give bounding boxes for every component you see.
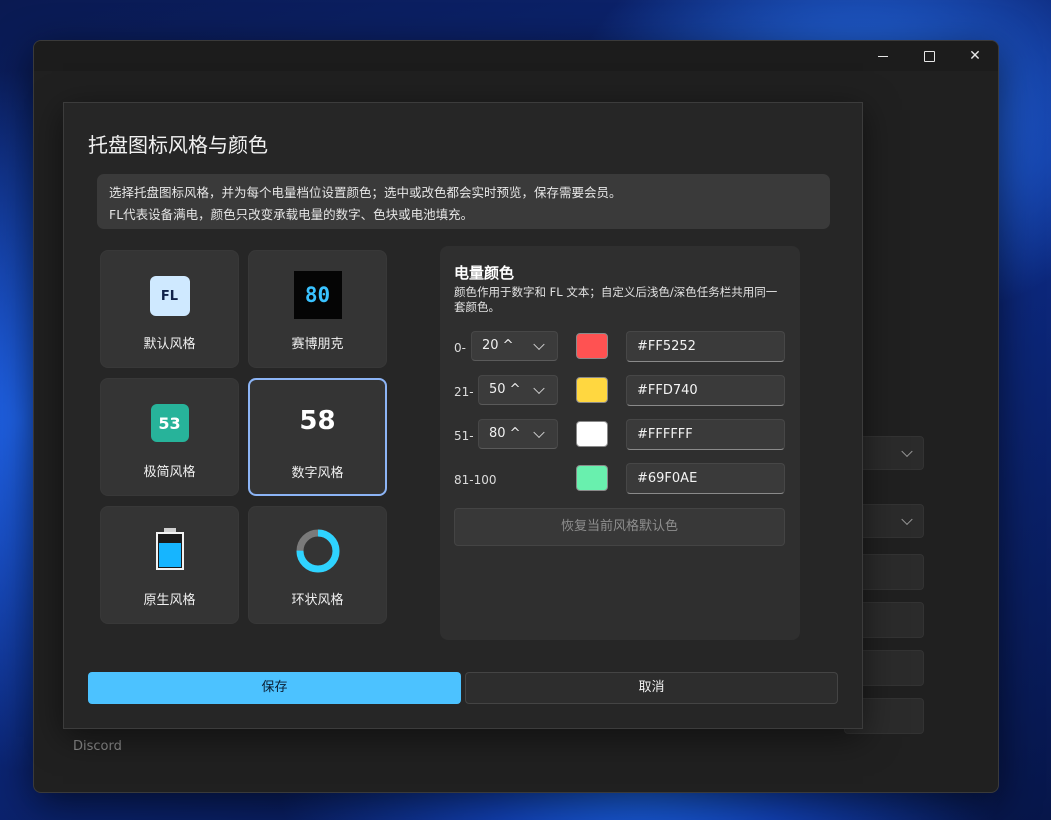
discord-label: Discord bbox=[73, 739, 122, 754]
style-tile-minimal[interactable]: 53 极简风格 bbox=[100, 378, 239, 496]
style-tile-digital[interactable]: 58 数字风格 bbox=[248, 378, 387, 496]
chevron-down-icon bbox=[533, 426, 545, 439]
select-value: 80 bbox=[489, 426, 506, 441]
chevron-down-icon bbox=[533, 338, 545, 351]
caret-up-icon: ^ bbox=[505, 426, 521, 441]
color-swatch[interactable] bbox=[576, 377, 608, 403]
color-swatch[interactable] bbox=[576, 465, 608, 491]
panel-title: 电量颜色 bbox=[454, 264, 515, 282]
style-tile-native[interactable]: 原生风格 bbox=[100, 506, 239, 624]
tray-style-dialog: 托盘图标风格与颜色 选择托盘图标风格，并为每个电量档位设置颜色；选中或改色都会实… bbox=[63, 102, 863, 729]
panel-description: 颜色作用于数字和 FL 文本；自定义后浅色/深色任务栏共用同一套颜色。 bbox=[454, 285, 778, 314]
cyber-digit-icon: 80 bbox=[293, 271, 342, 319]
battery-color-panel: 电量颜色 颜色作用于数字和 FL 文本；自定义后浅色/深色任务栏共用同一套颜色。… bbox=[440, 246, 800, 640]
threshold-select[interactable]: 80 ^ bbox=[478, 419, 558, 449]
close-icon[interactable]: ✕ bbox=[952, 41, 998, 71]
info-line-1: 选择托盘图标风格，并为每个电量档位设置颜色；选中或改色都会实时预览，保存需要会员… bbox=[109, 185, 622, 200]
dialog-title: 托盘图标风格与颜色 bbox=[88, 133, 268, 157]
range-label: 81-100 bbox=[454, 473, 497, 487]
hex-input[interactable]: #FFFFFF bbox=[626, 419, 785, 450]
color-swatch[interactable] bbox=[576, 421, 608, 447]
range-label: 51- bbox=[454, 429, 474, 443]
select-value: 20 bbox=[482, 338, 499, 353]
hex-input[interactable]: #69F0AE bbox=[626, 463, 785, 494]
threshold-select[interactable]: 20 ^ bbox=[471, 331, 558, 361]
style-label: 默认风格 bbox=[143, 337, 196, 352]
info-line-2: FL代表设备满电，颜色只改变承载电量的数字、色块或电池填充。 bbox=[109, 207, 474, 222]
caret-up-icon: ^ bbox=[505, 382, 521, 397]
caret-up-icon: ^ bbox=[498, 338, 514, 353]
style-label: 原生风格 bbox=[143, 593, 196, 608]
minimize-icon[interactable] bbox=[860, 41, 906, 71]
style-tile-default[interactable]: FL 默认风格 bbox=[100, 250, 239, 368]
style-tile-ring[interactable]: 环状风格 bbox=[248, 506, 387, 624]
title-bar: ✕ bbox=[34, 41, 998, 71]
chevron-down-icon bbox=[533, 382, 545, 395]
threshold-select[interactable]: 50 ^ bbox=[478, 375, 558, 405]
battery-icon bbox=[153, 527, 187, 575]
save-button[interactable]: 保存 bbox=[88, 672, 461, 704]
info-banner: 选择托盘图标风格，并为每个电量档位设置颜色；选中或改色都会实时预览，保存需要会员… bbox=[97, 174, 830, 229]
style-label: 极简风格 bbox=[143, 465, 196, 480]
fl-icon: FL bbox=[149, 276, 190, 316]
style-label: 环状风格 bbox=[291, 593, 344, 608]
select-value: 50 bbox=[489, 382, 506, 397]
ring-icon bbox=[294, 527, 342, 579]
digital-number-icon: 58 bbox=[299, 406, 336, 436]
color-swatch[interactable] bbox=[576, 333, 608, 359]
hex-input[interactable]: #FFD740 bbox=[626, 375, 785, 406]
range-label: 21- bbox=[454, 385, 474, 399]
style-tile-cyberpunk[interactable]: 80 赛博朋克 bbox=[248, 250, 387, 368]
maximize-icon[interactable] bbox=[906, 41, 952, 71]
cancel-button[interactable]: 取消 bbox=[465, 672, 838, 704]
style-label: 赛博朋克 bbox=[291, 337, 344, 352]
style-label: 数字风格 bbox=[291, 466, 344, 481]
reset-default-colors-button[interactable]: 恢复当前风格默认色 bbox=[454, 508, 785, 546]
hex-input[interactable]: #FF5252 bbox=[626, 331, 785, 362]
minimal-badge-icon: 53 bbox=[150, 404, 189, 442]
range-label: 0- bbox=[454, 341, 466, 355]
